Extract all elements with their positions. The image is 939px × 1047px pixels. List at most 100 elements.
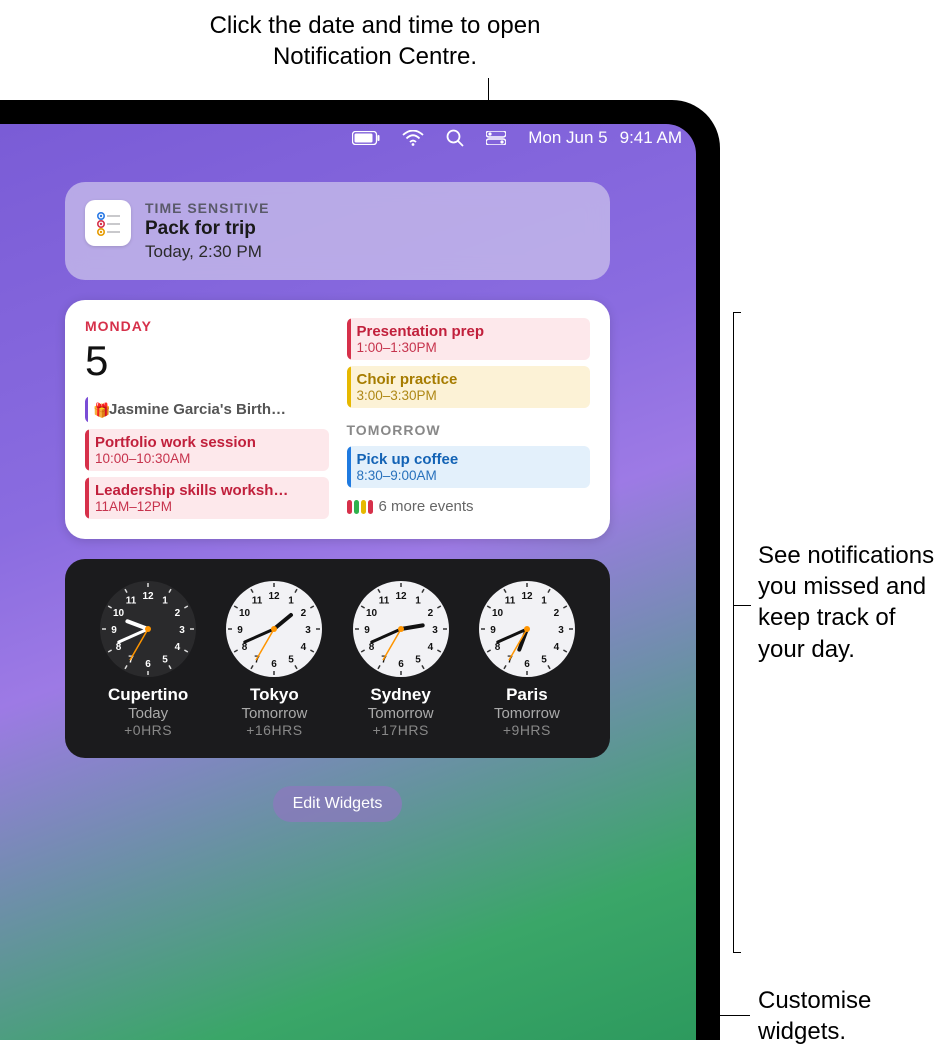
calendar-event-birthday: 🎁 Jasmine Garcia's Birth… (85, 396, 329, 423)
calendar-dayname: MONDAY (85, 318, 329, 334)
svg-text:2: 2 (175, 608, 181, 619)
clock-face-icon: 123456789101112 (226, 581, 322, 677)
callout-top: Click the date and time to open Notifica… (175, 10, 575, 72)
svg-text:1: 1 (541, 596, 547, 607)
svg-text:1: 1 (415, 596, 421, 607)
clock-offset-label: +17HRS (372, 722, 428, 738)
svg-text:8: 8 (116, 642, 122, 653)
battery-icon[interactable] (352, 131, 380, 145)
notification-body: TIME SENSITIVE Pack for trip Today, 2:30… (145, 200, 590, 262)
svg-text:10: 10 (113, 608, 125, 619)
edit-widgets-button[interactable]: Edit Widgets (273, 786, 403, 822)
svg-text:4: 4 (427, 642, 433, 653)
svg-text:9: 9 (490, 625, 496, 636)
menu-bar-date: Mon Jun 5 (528, 128, 607, 148)
svg-text:6: 6 (145, 659, 151, 670)
svg-text:12: 12 (143, 591, 155, 602)
svg-text:2: 2 (427, 608, 433, 619)
svg-text:12: 12 (521, 591, 533, 602)
svg-text:2: 2 (301, 608, 307, 619)
notification-subtitle: Today, 2:30 PM (145, 242, 590, 262)
svg-text:3: 3 (179, 625, 185, 636)
calendar-more-dots (347, 500, 373, 514)
svg-text:4: 4 (554, 642, 560, 653)
calendar-left-column: MONDAY 5 🎁 Jasmine Garcia's Birth… Portf… (85, 318, 329, 519)
calendar-event: Pick up coffee 8:30–9:00AM (347, 446, 591, 488)
svg-text:9: 9 (364, 625, 370, 636)
clock-face-icon: 123456789101112 (479, 581, 575, 677)
svg-text:10: 10 (366, 608, 378, 619)
world-clock-cupertino: 123456789101112 Cupertino Today +0HRS (85, 581, 211, 738)
notification-title: Pack for trip (145, 218, 590, 240)
clock-offset-label: +0HRS (124, 722, 172, 738)
svg-text:9: 9 (111, 625, 117, 636)
svg-text:11: 11 (252, 596, 263, 607)
wifi-icon[interactable] (402, 130, 424, 146)
svg-text:10: 10 (492, 608, 504, 619)
clock-city-label: Tokyo (250, 685, 299, 705)
calendar-event: Leadership skills worksh… 11AM–12PM (85, 477, 329, 519)
control-centre-icon[interactable] (486, 131, 506, 145)
svg-text:3: 3 (558, 625, 564, 636)
clock-offset-label: +9HRS (503, 722, 551, 738)
calendar-event: Presentation prep 1:00–1:30PM (347, 318, 591, 360)
menu-bar-time: 9:41 AM (620, 128, 682, 148)
world-clock-paris: 123456789101112 Paris Tomorrow +9HRS (464, 581, 590, 738)
svg-text:1: 1 (289, 596, 295, 607)
svg-text:12: 12 (395, 591, 407, 602)
svg-text:6: 6 (524, 659, 530, 670)
notification-centre: TIME SENSITIVE Pack for trip Today, 2:30… (65, 182, 610, 822)
svg-text:11: 11 (378, 596, 389, 607)
svg-text:3: 3 (306, 625, 312, 636)
svg-text:5: 5 (162, 654, 168, 665)
reminders-app-icon (85, 200, 131, 246)
svg-text:4: 4 (301, 642, 307, 653)
calendar-widget[interactable]: MONDAY 5 🎁 Jasmine Garcia's Birth… Portf… (65, 300, 610, 539)
menu-bar-datetime[interactable]: Mon Jun 5 9:41 AM (528, 128, 682, 148)
svg-text:8: 8 (242, 642, 248, 653)
clock-face-icon: 123456789101112 (353, 581, 449, 677)
svg-text:11: 11 (126, 596, 137, 607)
world-clock-sydney: 123456789101112 Sydney Tomorrow +17HRS (338, 581, 464, 738)
callout-customise: Customise widgets. (758, 985, 918, 1047)
clock-face-icon: 123456789101112 (100, 581, 196, 677)
calendar-more-label: 6 more events (379, 498, 474, 515)
calendar-daynum: 5 (85, 340, 329, 382)
gift-icon: 🎁 (93, 402, 110, 419)
reminder-notification[interactable]: TIME SENSITIVE Pack for trip Today, 2:30… (65, 182, 610, 280)
callout-notifications: See notifications you missed and keep tr… (758, 540, 938, 665)
svg-text:5: 5 (541, 654, 547, 665)
svg-text:10: 10 (239, 608, 251, 619)
svg-text:8: 8 (368, 642, 374, 653)
calendar-right-column: Presentation prep 1:00–1:30PM Choir prac… (347, 318, 591, 519)
clock-day-label: Tomorrow (241, 705, 307, 722)
calendar-event: Choir practice 3:00–3:30PM (347, 366, 591, 408)
clock-city-label: Paris (506, 685, 548, 705)
clock-city-label: Cupertino (108, 685, 188, 705)
svg-text:9: 9 (238, 625, 244, 636)
world-clock-widget[interactable]: 123456789101112 Cupertino Today +0HRS 12… (65, 559, 610, 758)
svg-text:6: 6 (398, 659, 404, 670)
svg-text:5: 5 (289, 654, 295, 665)
svg-text:5: 5 (415, 654, 421, 665)
svg-text:6: 6 (272, 659, 278, 670)
svg-text:11: 11 (505, 596, 516, 607)
svg-text:7: 7 (255, 654, 261, 665)
svg-text:7: 7 (128, 654, 134, 665)
desktop-screen: Mon Jun 5 9:41 AM (0, 124, 696, 1040)
clock-day-label: Tomorrow (368, 705, 434, 722)
svg-text:7: 7 (381, 654, 387, 665)
svg-text:12: 12 (269, 591, 281, 602)
spotlight-icon[interactable] (446, 129, 464, 147)
menu-bar: Mon Jun 5 9:41 AM (352, 128, 682, 148)
svg-text:2: 2 (554, 608, 560, 619)
notification-eyebrow: TIME SENSITIVE (145, 200, 590, 216)
svg-text:3: 3 (432, 625, 438, 636)
clock-day-label: Tomorrow (494, 705, 560, 722)
svg-text:4: 4 (175, 642, 181, 653)
bracket-right (733, 312, 734, 952)
clock-day-label: Today (128, 705, 168, 722)
device-frame: Mon Jun 5 9:41 AM (0, 100, 720, 1040)
svg-text:8: 8 (495, 642, 501, 653)
calendar-event: Portfolio work session 10:00–10:30AM (85, 429, 329, 471)
